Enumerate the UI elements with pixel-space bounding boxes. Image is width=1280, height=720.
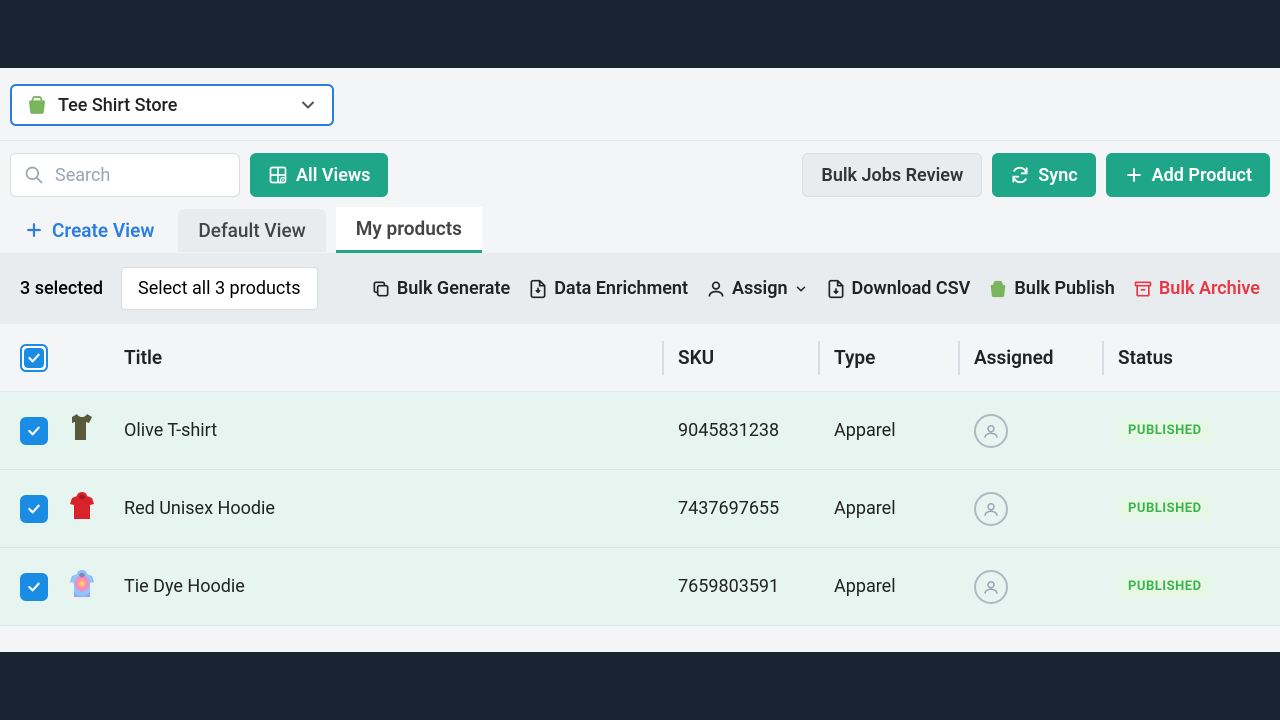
bulk-archive-label: Bulk Archive xyxy=(1159,278,1260,299)
product-title: Tie Dye Hoodie xyxy=(124,576,245,597)
table-header: Title SKU Type Assigned Status xyxy=(0,324,1280,392)
row-checkbox[interactable] xyxy=(20,417,48,445)
assignee-avatar[interactable] xyxy=(974,414,1008,448)
selection-count: 3 selected xyxy=(20,278,103,299)
plus-icon xyxy=(24,220,44,240)
bulk-generate-button[interactable]: Bulk Generate xyxy=(371,278,510,299)
grid-icon xyxy=(268,165,288,185)
store-name: Tee Shirt Store xyxy=(58,95,288,116)
row-checkbox[interactable] xyxy=(20,573,48,601)
product-type: Apparel xyxy=(834,498,896,519)
product-sku: 9045831238 xyxy=(678,420,779,441)
product-thumb xyxy=(64,489,124,529)
selection-bar: 3 selected Select all 3 products Bulk Ge… xyxy=(0,253,1280,324)
chevron-down-icon xyxy=(794,282,808,296)
header-sku: SKU xyxy=(678,346,714,369)
bulk-publish-label: Bulk Publish xyxy=(1014,278,1115,299)
app-frame: Tee Shirt Store All Views Bulk Jobs Revi… xyxy=(0,68,1280,652)
status-badge: PUBLISHED xyxy=(1118,497,1212,520)
data-enrichment-button[interactable]: Data Enrichment xyxy=(528,278,688,299)
plus-icon xyxy=(1124,165,1144,185)
copy-icon xyxy=(371,279,391,299)
bulk-generate-label: Bulk Generate xyxy=(397,278,510,299)
assign-label: Assign xyxy=(732,278,788,299)
assignee-avatar[interactable] xyxy=(974,570,1008,604)
table-body: Olive T-shirt9045831238ApparelPUBLISHEDR… xyxy=(0,392,1280,626)
data-enrichment-label: Data Enrichment xyxy=(554,278,688,299)
header-status: Status xyxy=(1118,346,1173,369)
chevron-down-icon xyxy=(298,95,318,115)
download-csv-button[interactable]: Download CSV xyxy=(826,278,971,299)
create-view-button[interactable]: Create View xyxy=(10,211,168,250)
row-checkbox[interactable] xyxy=(20,495,48,523)
tab-default-view[interactable]: Default View xyxy=(178,209,325,252)
product-thumb xyxy=(64,411,124,451)
all-views-button[interactable]: All Views xyxy=(250,153,388,197)
search-input[interactable] xyxy=(10,153,240,197)
search-icon xyxy=(24,165,44,185)
table-row[interactable]: Red Unisex Hoodie 7437697655 Apparel PUBLIS… xyxy=(0,470,1280,548)
product-title: Red Unisex Hoodie xyxy=(124,498,275,519)
product-title: Olive T-shirt xyxy=(124,420,217,441)
header-type: Type xyxy=(834,346,875,369)
download-icon xyxy=(826,279,846,299)
add-product-button[interactable]: Add Product xyxy=(1106,153,1270,197)
bulk-archive-button[interactable]: Bulk Archive xyxy=(1133,278,1260,299)
header-assigned: Assigned xyxy=(974,346,1054,369)
product-type: Apparel xyxy=(834,420,896,441)
product-sku: 7437697655 xyxy=(678,498,779,519)
header-title: Title xyxy=(124,346,162,369)
store-selector-row: Tee Shirt Store xyxy=(0,68,1280,141)
sync-button[interactable]: Sync xyxy=(992,153,1095,197)
table-row[interactable]: Olive T-shirt 9045831238 Apparel PUBLISHED xyxy=(0,392,1280,470)
shopify-icon xyxy=(26,94,48,116)
toolbar: All Views Bulk Jobs Review Sync Add Prod… xyxy=(0,141,1280,207)
sync-label: Sync xyxy=(1038,165,1077,186)
bulk-jobs-label: Bulk Jobs Review xyxy=(821,165,963,186)
product-thumb xyxy=(64,567,124,607)
download-csv-label: Download CSV xyxy=(852,278,971,299)
table-row[interactable]: Tie Dye Hoodie 7659803591 Apparel PUBLISHED xyxy=(0,548,1280,626)
shopify-icon xyxy=(988,279,1008,299)
tab-row: Create View Default View My products xyxy=(0,207,1280,253)
search-wrap xyxy=(10,153,240,197)
store-select-dropdown[interactable]: Tee Shirt Store xyxy=(10,84,334,126)
assign-button[interactable]: Assign xyxy=(706,278,808,299)
sync-icon xyxy=(1010,165,1030,185)
status-badge: PUBLISHED xyxy=(1118,419,1212,442)
assignee-avatar[interactable] xyxy=(974,492,1008,526)
person-icon xyxy=(706,279,726,299)
create-view-label: Create View xyxy=(52,219,154,242)
product-sku: 7659803591 xyxy=(678,576,779,597)
select-all-checkbox[interactable] xyxy=(20,344,48,372)
status-badge: PUBLISHED xyxy=(1118,575,1212,598)
add-product-label: Add Product xyxy=(1152,165,1252,186)
product-type: Apparel xyxy=(834,576,896,597)
select-all-button[interactable]: Select all 3 products xyxy=(121,267,318,310)
bulk-jobs-button[interactable]: Bulk Jobs Review xyxy=(802,153,982,197)
archive-icon xyxy=(1133,279,1153,299)
file-down-icon xyxy=(528,279,548,299)
all-views-label: All Views xyxy=(296,165,370,186)
bulk-publish-button[interactable]: Bulk Publish xyxy=(988,278,1115,299)
tab-my-products[interactable]: My products xyxy=(336,207,482,253)
